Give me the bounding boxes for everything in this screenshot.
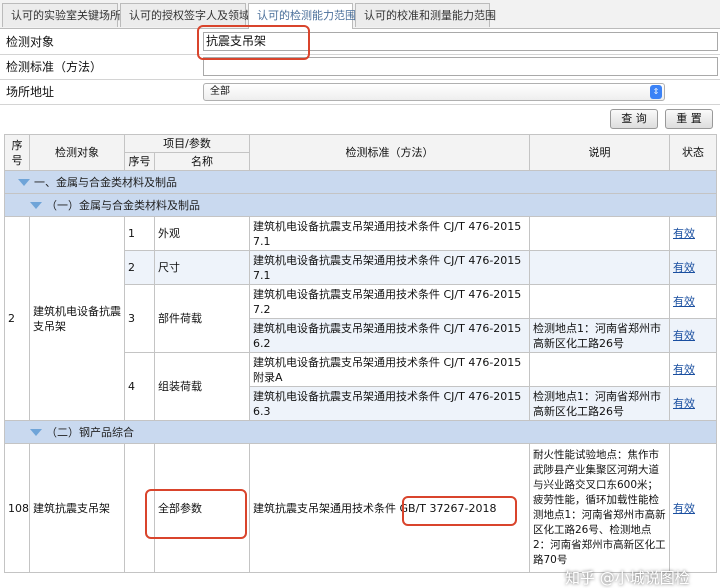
item-no: 2: [124, 250, 155, 285]
status-link[interactable]: 有效: [673, 261, 695, 274]
item-no: 1: [124, 216, 155, 251]
item-note: [529, 352, 670, 387]
object-row: 检测对象 抗震支吊架: [0, 30, 720, 55]
item-standard: 建筑机电设备抗震支吊架通用技术条件 CJ/T 476-2015 7.2: [249, 284, 530, 319]
item-name: 尺寸: [154, 250, 250, 285]
collapse-triangle-icon[interactable]: [30, 429, 42, 436]
standard-row: 检测标准（方法）: [0, 55, 720, 80]
item-note: [529, 216, 670, 251]
item-note: [529, 284, 670, 319]
item-name: 外观: [154, 216, 250, 251]
category-row[interactable]: 一、金属与合金类材料及制品: [4, 170, 717, 194]
subcategory-row[interactable]: （一）金属与合金类材料及制品: [4, 193, 717, 217]
status-link[interactable]: 有效: [673, 363, 695, 376]
header-row: 序号 检测对象 项目/参数 检测标准（方法） 说明 状态: [4, 134, 717, 171]
object-label: 检测对象: [6, 35, 55, 49]
col-item: 项目/参数: [124, 134, 250, 153]
subcategory-row[interactable]: （二）钢产品综合: [4, 420, 717, 444]
col-standard: 检测标准（方法）: [249, 134, 530, 171]
table-row: 108 建筑抗震支吊架 全部参数 建筑抗震支吊架通用技术条件 GB/T 3726…: [4, 443, 717, 573]
col-no: 序号: [4, 134, 30, 171]
item-note: 检测地点1：河南省郑州市高新区化工路26号: [529, 318, 670, 353]
row-object: 建筑机电设备抗震支吊架: [29, 216, 125, 421]
item-note: 耐火性能试验地点：焦作市武陟县产业集聚区河朔大道与兴业路交叉口东600米；疲劳性…: [529, 443, 670, 573]
item-no: 4: [124, 352, 155, 421]
col-note: 说明: [529, 134, 670, 171]
item-standard: 建筑机电设备抗震支吊架通用技术条件 CJ/T 476-2015 6.2: [249, 318, 530, 353]
query-button[interactable]: 查 询: [610, 109, 658, 129]
item-standard: 建筑机电设备抗震支吊架通用技术条件 CJ/T 476-2015 附录A: [249, 352, 530, 387]
collapse-triangle-icon[interactable]: [18, 179, 30, 186]
select-arrows-icon: ⇕: [650, 85, 662, 99]
col-sub-no: 序号: [124, 152, 155, 171]
item-note: [529, 250, 670, 285]
table-row: 2 建筑机电设备抗震支吊架 1 外观 建筑机电设备抗震支吊架通用技术条件 CJ/…: [4, 216, 717, 421]
object-input[interactable]: 抗震支吊架: [203, 32, 718, 51]
category-label: 一、金属与合金类材料及制品: [34, 175, 177, 189]
collapse-triangle-icon[interactable]: [30, 202, 42, 209]
site-select[interactable]: 全部 ⇕: [203, 83, 665, 101]
tab-signatories[interactable]: 认可的授权签字人及领域: [120, 3, 250, 27]
item-no: [124, 443, 155, 573]
row-no: 2: [4, 216, 30, 421]
site-select-value: 全部: [210, 86, 230, 97]
standard-label: 检测标准（方法）: [6, 60, 103, 74]
item-standard: 建筑机电设备抗震支吊架通用技术条件 CJ/T 476-2015 7.1: [249, 250, 530, 285]
subcategory-label: （二）钢产品综合: [46, 425, 134, 439]
item-standard: 建筑抗震支吊架通用技术条件 GB/T 37267-2018: [249, 443, 530, 573]
status-link[interactable]: 有效: [673, 295, 695, 308]
item-name: 部件荷载: [154, 284, 250, 353]
subcategory-label: （一）金属与合金类材料及制品: [46, 198, 200, 212]
col-name: 名称: [154, 152, 250, 171]
status-link[interactable]: 有效: [673, 397, 695, 410]
row-object: 建筑抗震支吊架: [29, 443, 125, 573]
status-link[interactable]: 有效: [673, 502, 695, 515]
site-label: 场所地址: [6, 85, 55, 99]
item-name-text: 全部参数: [158, 501, 202, 515]
tab-testing-scope[interactable]: 认可的检测能力范围: [248, 3, 356, 29]
col-status: 状态: [669, 134, 717, 171]
item-name: 全部参数: [154, 443, 250, 573]
watermark: 知乎 @小城说图检: [565, 569, 690, 587]
standard-code: GB/T 37267-2018: [399, 501, 497, 515]
item-name: 组装荷载: [154, 352, 250, 421]
standard-text: 建筑抗震支吊架通用技术条件: [253, 501, 396, 515]
site-row: 场所地址 全部 ⇕: [0, 80, 720, 105]
status-link[interactable]: 有效: [673, 227, 695, 240]
col-object: 检测对象: [29, 134, 125, 171]
status-link[interactable]: 有效: [673, 329, 695, 342]
tab-bar: 认可的实验室关键场所 认可的授权签字人及领域 认可的检测能力范围 认可的校准和测…: [0, 0, 720, 29]
item-standard: 建筑机电设备抗震支吊架通用技术条件 CJ/T 476-2015 6.3: [249, 386, 530, 421]
reset-button[interactable]: 重 置: [665, 109, 713, 129]
row-no: 108: [4, 443, 30, 573]
standard-input[interactable]: [203, 57, 718, 76]
tab-key-sites[interactable]: 认可的实验室关键场所: [2, 3, 121, 27]
item-no: 3: [124, 284, 155, 353]
item-standard: 建筑机电设备抗震支吊架通用技术条件 CJ/T 476-2015 7.1: [249, 216, 530, 251]
tab-calibration-scope[interactable]: 认可的校准和测量能力范围: [355, 3, 496, 27]
results-table: 序号 检测对象 项目/参数 检测标准（方法） 说明 状态 序号 名称 一、金属与…: [4, 134, 717, 573]
item-note: 检测地点1：河南省郑州市高新区化工路26号: [529, 386, 670, 421]
